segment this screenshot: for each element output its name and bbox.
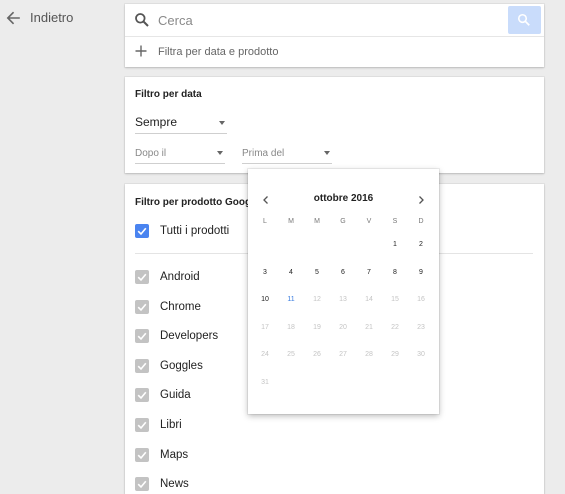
calendar-day[interactable]: 2 <box>411 238 431 252</box>
check-icon <box>137 227 147 236</box>
calendar-day[interactable]: 5 <box>307 266 327 280</box>
triangle-down-icon <box>217 151 223 155</box>
all-products-checkbox[interactable] <box>135 224 149 238</box>
product-checkbox[interactable] <box>135 447 149 462</box>
check-icon <box>137 421 147 430</box>
calendar-day: 19 <box>313 324 321 331</box>
calendar-day: 27 <box>339 351 347 358</box>
calendar-day: 26 <box>313 351 321 358</box>
calendar-day[interactable]: 3 <box>255 266 275 280</box>
date-range-value: Sempre <box>135 115 178 129</box>
search-icon <box>517 13 530 26</box>
weekday-label: L <box>263 218 267 225</box>
calendar-day: 24 <box>261 351 269 358</box>
check-icon <box>137 303 147 311</box>
check-icon <box>137 332 147 341</box>
check-icon <box>137 480 147 489</box>
arrow-left-icon <box>6 11 20 24</box>
product-label: News <box>160 478 189 491</box>
search-bar <box>125 4 544 36</box>
product-label: Chrome <box>160 300 201 313</box>
calendar-day[interactable]: 9 <box>411 266 431 280</box>
triangle-down-icon <box>324 151 330 155</box>
weekday-label: D <box>418 218 424 225</box>
date-filter-title: Filtro per data <box>135 89 202 100</box>
calendar-day: 14 <box>365 296 373 303</box>
check-icon <box>137 451 147 459</box>
calendar-day: 15 <box>391 296 399 303</box>
product-filter-title: Filtro per prodotto Google <box>135 197 260 208</box>
date-picker-calendar: ottobre 2016 LMMGVSD 1 2 3 4 5 6 7 8 9 10 11 12 13 14… <box>248 169 439 414</box>
after-date-field[interactable]: Dopo il <box>135 148 225 164</box>
product-checkbox[interactable] <box>135 358 149 373</box>
calendar-day: 31 <box>261 379 269 386</box>
weekday-label: G <box>340 218 346 225</box>
calendar-day: 25 <box>287 351 295 358</box>
weekday-label: S <box>392 218 398 225</box>
calendar-day[interactable]: 8 <box>385 266 405 280</box>
chevron-right-icon[interactable] <box>414 193 428 207</box>
calendar-day: 18 <box>287 324 295 331</box>
plus-icon <box>135 45 147 57</box>
calendar-day[interactable]: 1 <box>385 238 405 252</box>
calendar-day: 17 <box>261 324 269 331</box>
product-checkbox[interactable] <box>135 418 149 432</box>
back-label: Indietro <box>30 10 74 25</box>
add-filter-button[interactable]: Filtra per data e prodotto <box>125 37 544 67</box>
product-label: Goggles <box>160 359 203 372</box>
weekday-label: M <box>288 218 294 225</box>
check-icon <box>137 392 147 400</box>
before-date-placeholder: Prima del <box>242 148 285 159</box>
product-label: Developers <box>160 330 219 343</box>
product-label: Android <box>160 271 200 283</box>
product-checkbox[interactable] <box>135 388 149 403</box>
product-label: Maps <box>160 448 189 461</box>
calendar-day-today: 11 <box>287 296 295 303</box>
product-checkbox[interactable] <box>135 477 149 492</box>
check-icon <box>137 273 147 282</box>
all-products-label: Tutti i prodotti <box>160 225 230 237</box>
weekday-label: V <box>366 218 372 225</box>
after-date-placeholder: Dopo il <box>135 148 167 159</box>
calendar-day[interactable]: 10 <box>255 293 275 307</box>
before-date-field[interactable]: Prima del <box>242 148 332 164</box>
search-button[interactable] <box>508 6 541 34</box>
search-icon <box>135 13 149 27</box>
product-checkbox[interactable] <box>135 329 149 344</box>
search-input[interactable] <box>158 10 498 30</box>
date-range-select[interactable]: Sempre <box>135 115 227 134</box>
calendar-day: 12 <box>313 296 321 303</box>
calendar-day[interactable]: 4 <box>281 266 301 280</box>
calendar-day: 16 <box>417 296 425 303</box>
calendar-day[interactable]: 7 <box>359 266 379 280</box>
product-checkbox[interactable] <box>135 270 149 284</box>
calendar-day: 29 <box>391 351 399 358</box>
calendar-day[interactable]: 6 <box>333 266 353 280</box>
product-checkbox[interactable] <box>135 299 149 314</box>
search-card: Filtra per data e prodotto <box>125 4 544 67</box>
calendar-day: 13 <box>339 296 347 303</box>
product-label: Guida <box>160 389 191 402</box>
calendar-day: 21 <box>365 324 373 331</box>
back-button[interactable]: Indietro <box>6 10 73 25</box>
check-icon <box>137 362 147 370</box>
calendar-day: 23 <box>417 324 425 331</box>
calendar-month-title: ottobre 2016 <box>313 193 374 204</box>
add-filter-label: Filtra per data e prodotto <box>158 46 279 58</box>
date-filter-card: Filtro per data Sempre Dopo il Prima del <box>125 77 544 173</box>
calendar-day: 28 <box>365 351 373 358</box>
calendar-day: 20 <box>339 324 347 331</box>
calendar-day: 22 <box>391 324 399 331</box>
product-label: Libri <box>160 419 182 431</box>
calendar-day: 30 <box>417 351 425 358</box>
weekday-label: M <box>314 218 320 225</box>
triangle-down-icon <box>219 121 225 125</box>
